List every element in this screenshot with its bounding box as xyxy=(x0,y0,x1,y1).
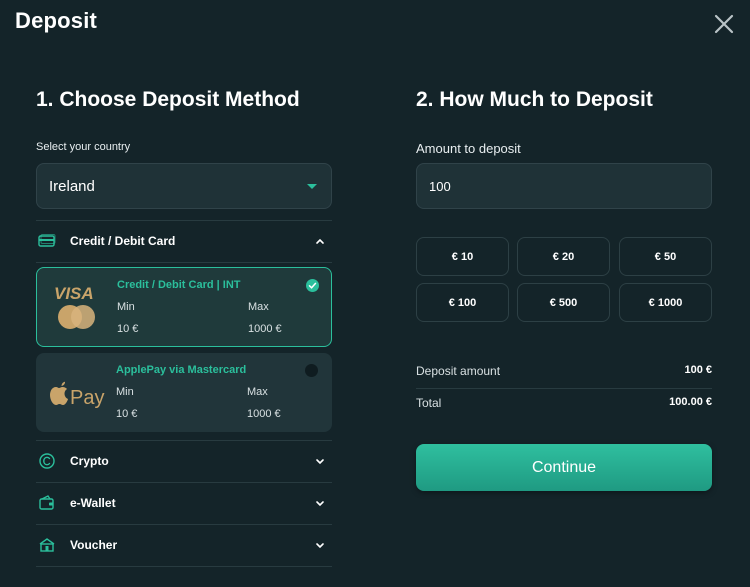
max-value: 1000 € xyxy=(248,323,282,335)
amount-section-title: 2. How Much to Deposit xyxy=(416,88,653,111)
chevron-down-icon xyxy=(316,459,324,465)
category-label: Voucher xyxy=(70,538,118,552)
chevron-down-icon xyxy=(316,543,324,549)
selected-check-icon xyxy=(306,279,319,292)
visa-mastercard-logo: VISA xyxy=(47,280,109,332)
country-value: Ireland xyxy=(49,177,95,195)
close-button[interactable] xyxy=(710,10,738,38)
amount-input[interactable] xyxy=(416,163,712,209)
method-card-applepay[interactable]: Pay ApplePay via Mastercard Min Max 10 €… xyxy=(36,353,332,432)
amount-label: Amount to deposit xyxy=(416,141,521,156)
card-icon xyxy=(38,231,60,251)
max-label: Max xyxy=(247,386,268,398)
method-name: Credit / Debit Card | INT xyxy=(117,279,241,291)
category-credit-debit-card[interactable]: Credit / Debit Card xyxy=(36,220,332,262)
category-voucher[interactable]: Voucher xyxy=(36,524,332,566)
preset-50-button[interactable]: € 50 xyxy=(619,237,712,276)
preset-1000-button[interactable]: € 1000 xyxy=(619,283,712,322)
divider xyxy=(36,262,332,263)
applepay-logo-text: Pay xyxy=(70,387,104,409)
category-label: e-Wallet xyxy=(70,496,116,510)
min-label: Min xyxy=(116,386,134,398)
preset-20-button[interactable]: € 20 xyxy=(517,237,610,276)
category-crypto[interactable]: Crypto xyxy=(36,440,332,482)
crypto-icon xyxy=(38,451,60,471)
total-value: 100.00 € xyxy=(669,396,712,408)
method-name: ApplePay via Mastercard xyxy=(116,364,247,376)
close-icon xyxy=(714,14,734,34)
country-label: Select your country xyxy=(36,141,131,153)
preset-100-button[interactable]: € 100 xyxy=(416,283,509,322)
country-select[interactable]: Ireland xyxy=(36,163,332,209)
deposit-amount-value: 100 € xyxy=(684,364,712,376)
category-e-wallet[interactable]: e-Wallet xyxy=(36,482,332,524)
page-title: Deposit xyxy=(15,8,98,33)
svg-text:VISA: VISA xyxy=(54,284,94,303)
unselected-radio-icon xyxy=(305,364,318,377)
continue-button[interactable]: Continue xyxy=(416,444,712,491)
preset-500-button[interactable]: € 500 xyxy=(517,283,610,322)
min-label: Min xyxy=(117,301,135,313)
applepay-logo: Pay xyxy=(46,365,108,417)
divider xyxy=(416,388,712,389)
method-card-visa[interactable]: VISA Credit / Debit Card | INT Min Max 1… xyxy=(36,267,332,347)
total-label: Total xyxy=(416,396,442,410)
caret-down-icon xyxy=(307,183,317,189)
wallet-icon xyxy=(38,493,60,513)
category-label: Credit / Debit Card xyxy=(70,234,176,248)
chevron-down-icon xyxy=(316,501,324,507)
divider xyxy=(36,566,332,567)
chevron-up-icon xyxy=(316,238,324,244)
voucher-icon xyxy=(38,535,60,555)
preset-10-button[interactable]: € 10 xyxy=(416,237,509,276)
max-label: Max xyxy=(248,301,269,313)
max-value: 1000 € xyxy=(247,408,281,420)
min-value: 10 € xyxy=(116,408,138,420)
method-section-title: 1. Choose Deposit Method xyxy=(36,88,300,111)
deposit-amount-label: Deposit amount xyxy=(416,364,501,378)
category-label: Crypto xyxy=(70,454,109,468)
min-value: 10 € xyxy=(117,323,139,335)
